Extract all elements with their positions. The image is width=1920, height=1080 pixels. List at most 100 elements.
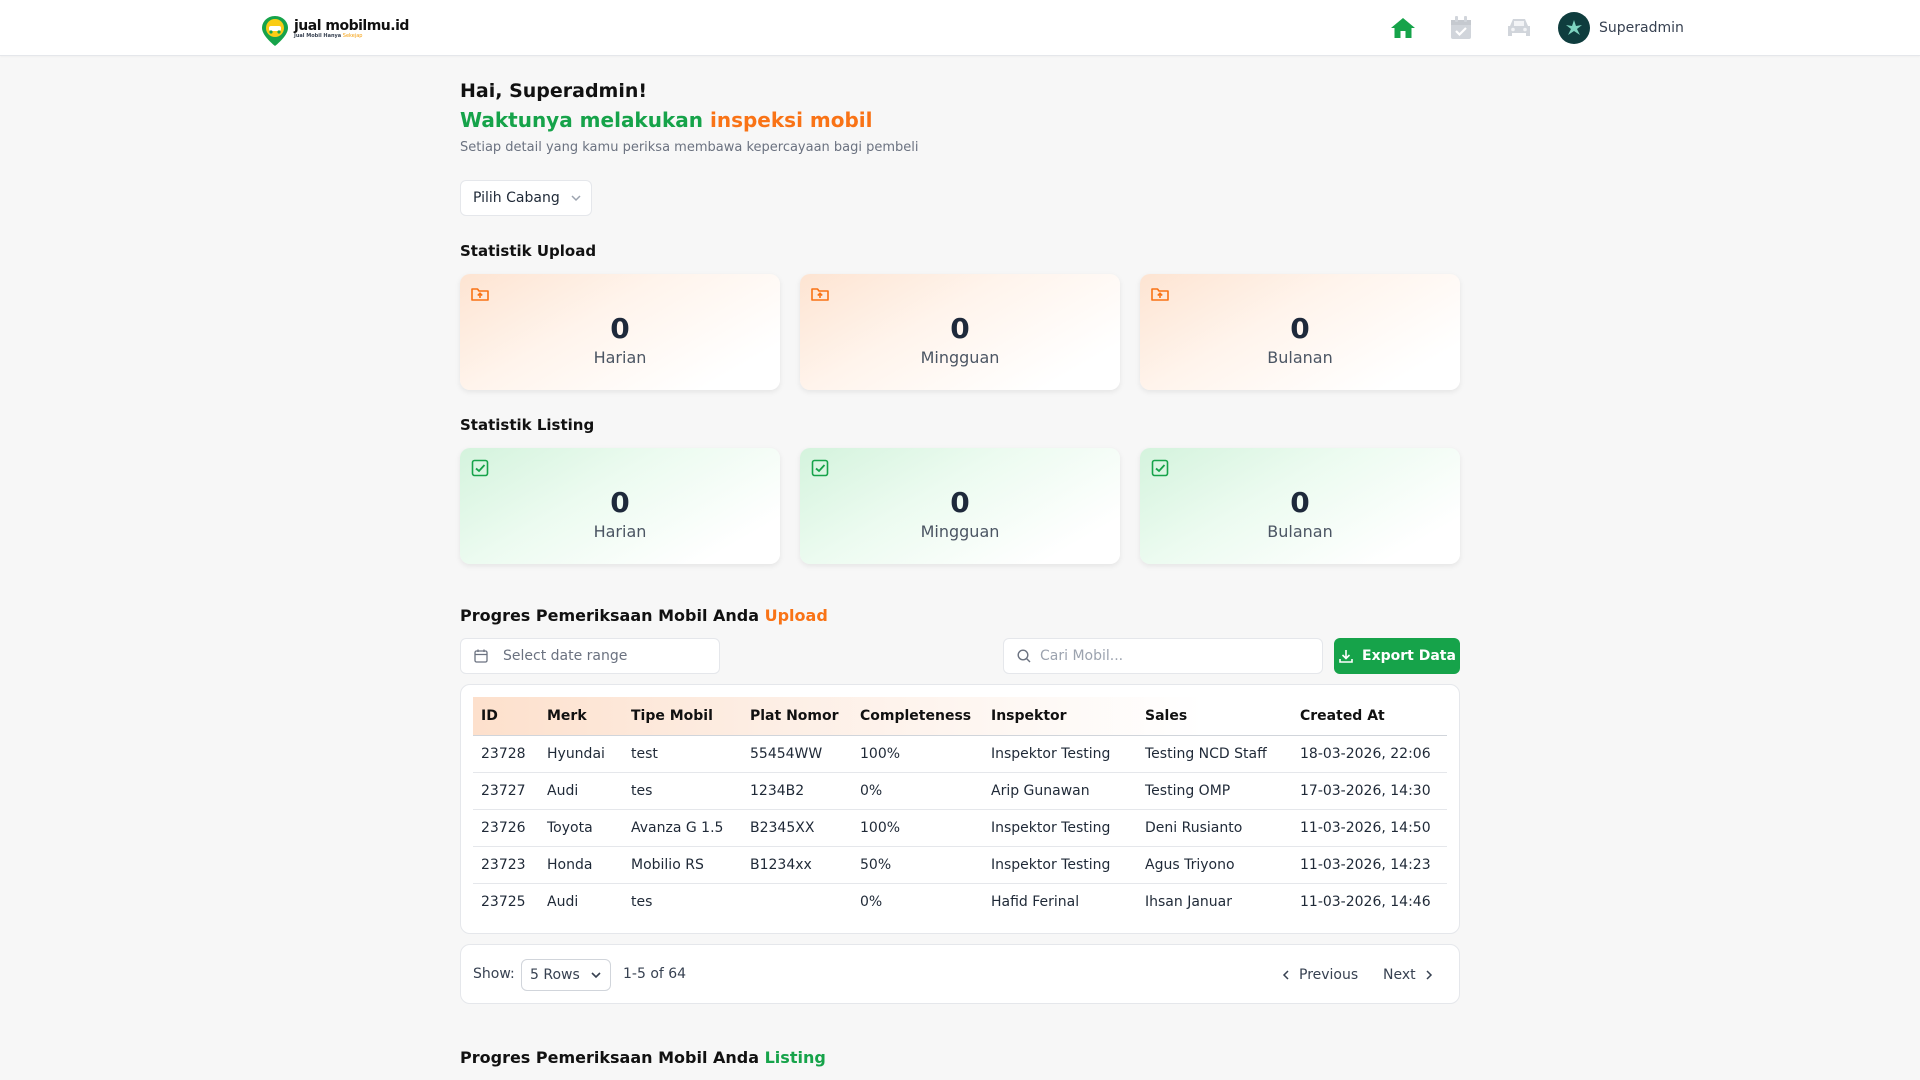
cell-merk: Hyundai [539,734,623,772]
cell-created: 17-03-2026, 14:30 [1292,771,1447,809]
stat-label: Harian [593,522,647,541]
checkbox-check-icon [811,459,829,477]
show-label: Show: [473,966,515,982]
page-range-text: 1-5 of 64 [623,966,687,982]
cell-inspektor: Arip Gunawan [983,771,1137,809]
chevron-right-icon [1426,970,1432,980]
cell-id: 23725 [473,882,539,920]
cell-id: 23726 [473,808,539,846]
stat-value: 0 [1290,312,1310,345]
column-header[interactable]: Completeness [852,697,983,735]
home-icon[interactable] [1388,13,1418,43]
table-row[interactable]: 23727 Audi tes 1234B2 0% Arip Gunawan Te… [473,771,1447,809]
cell-id: 23723 [473,845,539,883]
cell-created: 18-03-2026, 22:06 [1292,734,1447,772]
stat-label: Bulanan [1267,348,1333,367]
listing-stats-cards: 0 Harian 0 Mingguan 0 Bulanan [460,448,1460,564]
cell-sales: Testing OMP [1137,771,1292,809]
table-row[interactable]: 23728 Hyundai test 55454WW 100% Inspekto… [473,734,1447,772]
cell-sales: Ihsan Januar [1137,882,1292,920]
cell-created: 11-03-2026, 14:50 [1292,808,1447,846]
cell-merk: Toyota [539,808,623,846]
cell-sales: Agus Triyono [1137,845,1292,883]
user-menu[interactable]: Superadmin [1558,12,1684,44]
export-data-label: Export Data [1362,648,1456,664]
pagination-bar: Show: 5 Rows 1-5 of 64 Previous Next [460,944,1460,1004]
next-label: Next [1383,967,1416,983]
stat-label: Bulanan [1267,522,1333,541]
column-header[interactable]: Inspektor [983,697,1137,735]
calendar-check-icon[interactable] [1446,13,1476,43]
table-row[interactable]: 23725 Audi tes 0% Hafid Ferinal Ihsan Ja… [473,882,1447,920]
cell-completeness: 0% [852,771,983,809]
chevron-left-icon [1282,970,1289,980]
cell-created: 11-03-2026, 14:23 [1292,845,1447,883]
upload-progress-table: ID Merk Tipe Mobil Plat Nomor Completene… [473,697,1447,920]
headline-green: Waktunya melakukan [460,108,704,132]
column-header[interactable]: Merk [539,697,623,735]
upload-stat-card-weekly: 0 Mingguan [800,274,1120,390]
stat-value: 0 [610,486,630,519]
export-data-button[interactable]: Export Data [1334,638,1460,674]
upload-stat-card-monthly: 0 Bulanan [1140,274,1460,390]
cell-tipe: Avanza G 1.5 [623,808,742,846]
stat-value: 0 [950,312,970,345]
stat-label: Harian [593,348,647,367]
logo-title: jual mobilmu.id [294,18,409,34]
previous-label: Previous [1299,967,1359,983]
cell-plat: B2345XX [742,808,852,846]
upload-stats-title: Statistik Upload [460,242,597,260]
checkbox-check-icon [1151,459,1169,477]
cell-merk: Audi [539,771,623,809]
car-icon[interactable] [1504,13,1534,43]
next-page-button[interactable]: Next [1383,959,1434,991]
headline: Waktunya melakukan inspeksi mobil [460,106,1460,134]
logo[interactable]: jual mobilmu.id Jual Mobil Hanya Sekejap [260,12,409,46]
chevron-down-icon [571,195,581,202]
column-header[interactable]: Created At [1292,697,1447,735]
listing-progress-title: Progres Pemeriksaan Mobil Anda Listing [460,1048,826,1067]
date-range-picker[interactable]: Select date range [460,638,720,674]
subtitle: Setiap detail yang kamu periksa membawa … [460,140,919,155]
cell-merk: Honda [539,845,623,883]
download-icon [1339,650,1353,663]
date-range-placeholder: Select date range [503,648,628,664]
user-name: Superadmin [1599,20,1684,36]
listing-stat-card-monthly: 0 Bulanan [1140,448,1460,564]
logo-tagline: Jual Mobil Hanya Sekejap [294,33,363,39]
column-header[interactable]: Tipe Mobil [623,697,742,735]
upload-stats-cards: 0 Harian 0 Mingguan 0 Bulanan [460,274,1460,390]
upload-progress-title: Progres Pemeriksaan Mobil Anda Upload [460,606,828,625]
cell-id: 23727 [473,771,539,809]
cell-plat [742,882,852,920]
cell-inspektor: Inspektor Testing [983,845,1137,883]
cell-merk: Audi [539,882,623,920]
column-header[interactable]: Plat Nomor [742,697,852,735]
listing-stat-card-weekly: 0 Mingguan [800,448,1120,564]
stat-label: Mingguan [920,348,1000,367]
table-row[interactable]: 23726 Toyota Avanza G 1.5 B2345XX 100% I… [473,808,1447,846]
cell-plat: 55454WW [742,734,852,772]
previous-page-button[interactable]: Previous [1281,959,1358,991]
column-header[interactable]: Sales [1137,697,1292,735]
search-placeholder: Cari Mobil... [1040,648,1124,664]
dashboard-main: Hai, Superadmin! Waktunya melakukan insp… [460,78,1460,1067]
stat-label: Mingguan [920,522,1000,541]
cell-inspektor: Inspektor Testing [983,808,1137,846]
rows-per-page-value: 5 Rows [530,967,580,983]
stat-value: 0 [1290,486,1310,519]
table-row[interactable]: 23723 Honda Mobilio RS B1234xx 50% Inspe… [473,845,1447,883]
rows-per-page-select[interactable]: 5 Rows [521,959,611,991]
cell-completeness: 100% [852,808,983,846]
search-input[interactable]: Cari Mobil... [1003,638,1323,674]
avatar [1558,12,1590,44]
branch-select[interactable]: Pilih Cabang [460,180,592,216]
cell-inspektor: Hafid Ferinal [983,882,1137,920]
folder-upload-icon [1151,288,1169,301]
cell-completeness: 0% [852,882,983,920]
cell-tipe: test [623,734,742,772]
listing-progress-accent: Listing [764,1048,826,1067]
calendar-icon [474,649,488,663]
column-header[interactable]: ID [473,697,539,735]
cell-id: 23728 [473,734,539,772]
